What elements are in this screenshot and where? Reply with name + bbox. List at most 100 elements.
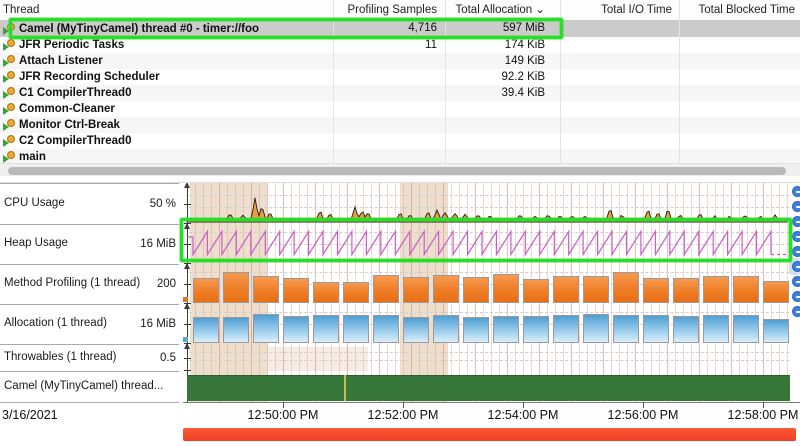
row-separator <box>0 304 179 305</box>
allocation-bar <box>703 315 729 343</box>
row-separator <box>0 183 179 184</box>
table-row[interactable]: JFR Recording Scheduler92.2 KiB <box>0 69 800 85</box>
allocation-marker <box>183 337 188 342</box>
thread-icon <box>3 87 16 99</box>
method-profiling-bar <box>493 274 519 303</box>
thread-name-cell: JFR Periodic Tasks <box>0 37 333 53</box>
io-time-cell <box>560 117 679 133</box>
thread-icon <box>3 71 16 83</box>
column-header-thread[interactable]: Thread <box>0 0 333 20</box>
row-settings-icon[interactable] <box>792 216 800 227</box>
row-settings-icon[interactable] <box>792 276 800 287</box>
method-profiling-bar <box>463 277 489 303</box>
allocation-bar <box>553 315 579 343</box>
row-separator <box>0 402 179 403</box>
method-profiling-bar <box>343 282 369 303</box>
timeline-range-scrollbar[interactable] <box>183 428 796 441</box>
horizontal-scrollbar[interactable] <box>0 163 800 176</box>
thread-running-state-bar <box>187 375 790 401</box>
thread-name: Attach Listener <box>19 53 103 69</box>
samples-cell <box>333 149 445 163</box>
blocked-time-cell <box>679 20 800 37</box>
gridline-horizontal <box>189 352 789 353</box>
io-time-cell <box>560 20 679 37</box>
column-header-total-i-o-time[interactable]: Total I/O Time <box>560 0 679 20</box>
icon-glyph <box>796 296 800 298</box>
icon-glyph <box>796 251 800 253</box>
column-header-profiling-samples[interactable]: Profiling Samples <box>333 0 445 20</box>
icon-glyph <box>796 266 800 268</box>
icon-glyph <box>796 236 800 238</box>
table-row[interactable]: Monitor Ctrl-Break <box>0 117 800 133</box>
method-profiling-bar <box>373 275 399 303</box>
row-separator <box>0 371 179 372</box>
table-row[interactable]: C1 CompilerThread039.4 KiB <box>0 85 800 101</box>
column-header-total-blocked-time[interactable]: Total Blocked Time <box>679 0 800 20</box>
table-row[interactable]: Common-Cleaner <box>0 101 800 117</box>
thread-name-cell: JFR Recording Scheduler <box>0 69 333 85</box>
y-axis-tick-value: 50 % <box>0 198 176 210</box>
allocation-bar <box>733 315 759 343</box>
table-row[interactable]: JFR Periodic Tasks11174 KiB <box>0 37 800 53</box>
method-profiling-bar <box>613 272 639 303</box>
samples-cell <box>333 101 445 117</box>
thread-name: JFR Recording Scheduler <box>19 69 160 85</box>
icon-glyph <box>796 191 800 193</box>
row-settings-icon[interactable] <box>792 306 800 317</box>
y-axis-arrow <box>184 303 190 309</box>
annotation-box-thread-row <box>9 18 563 39</box>
io-time-cell <box>560 85 679 101</box>
allocation-bar <box>253 314 279 343</box>
allocation-bar <box>193 317 219 343</box>
row-settings-icon[interactable] <box>792 261 800 272</box>
samples-cell <box>333 85 445 101</box>
io-time-cell <box>560 101 679 117</box>
allocation-bar <box>283 316 309 343</box>
y-axis-tick-value: 16 MiB <box>0 238 176 250</box>
io-time-cell <box>560 37 679 53</box>
method-profiling-bar <box>733 276 759 303</box>
allocation-bar <box>403 317 429 343</box>
allocation-bar <box>463 317 489 343</box>
annotation-box-heap-row <box>180 218 792 262</box>
thread-name: C2 CompilerThread0 <box>19 133 131 149</box>
allocation-bar <box>373 315 399 343</box>
column-header-total-allocation[interactable]: Total Allocation ⌄ <box>445 0 560 20</box>
method-profiling-marker <box>183 297 188 302</box>
row-settings-icon[interactable] <box>792 231 800 242</box>
thread-icon <box>3 39 16 51</box>
method-profiling-bar <box>583 276 609 303</box>
icon-glyph <box>796 311 800 313</box>
thread-icon <box>3 103 16 115</box>
time-tick-label: 12:58:00 PM <box>718 408 800 422</box>
row-settings-icon[interactable] <box>792 291 800 302</box>
table-row[interactable]: main <box>0 149 800 163</box>
method-profiling-bar <box>283 278 309 303</box>
table-row[interactable]: Attach Listener 149 KiB <box>0 53 800 69</box>
allocation-cell: 149 KiB <box>445 53 560 69</box>
allocation-bar <box>673 316 699 343</box>
thread-icon <box>3 55 16 67</box>
row-settings-icon[interactable] <box>792 186 800 197</box>
samples-cell <box>333 69 445 85</box>
allocation-bar <box>523 316 549 343</box>
samples-cell <box>333 133 445 149</box>
row-settings-icon[interactable] <box>792 246 800 257</box>
blocked-time-cell <box>679 117 800 133</box>
allocation-bar <box>613 315 639 343</box>
y-axis-tick-value: 16 MiB <box>0 318 176 330</box>
date-label: 3/16/2021 <box>2 408 58 422</box>
thread-name: Monitor Ctrl-Break <box>19 117 120 133</box>
horizontal-scrollbar-thumb[interactable] <box>8 167 786 175</box>
thread-name: Common-Cleaner <box>19 101 115 117</box>
gridline-horizontal <box>189 360 789 361</box>
table-row[interactable]: C2 CompilerThread0 <box>0 133 800 149</box>
y-axis-tick <box>184 284 191 285</box>
row-settings-icon[interactable] <box>792 201 800 212</box>
allocation-cell <box>445 149 560 163</box>
samples-cell <box>333 53 445 69</box>
thread-icon <box>3 135 16 147</box>
method-profiling-bar <box>643 278 669 303</box>
timeline-chart[interactable] <box>183 183 800 402</box>
time-tick-label: 12:50:00 PM <box>238 408 328 422</box>
